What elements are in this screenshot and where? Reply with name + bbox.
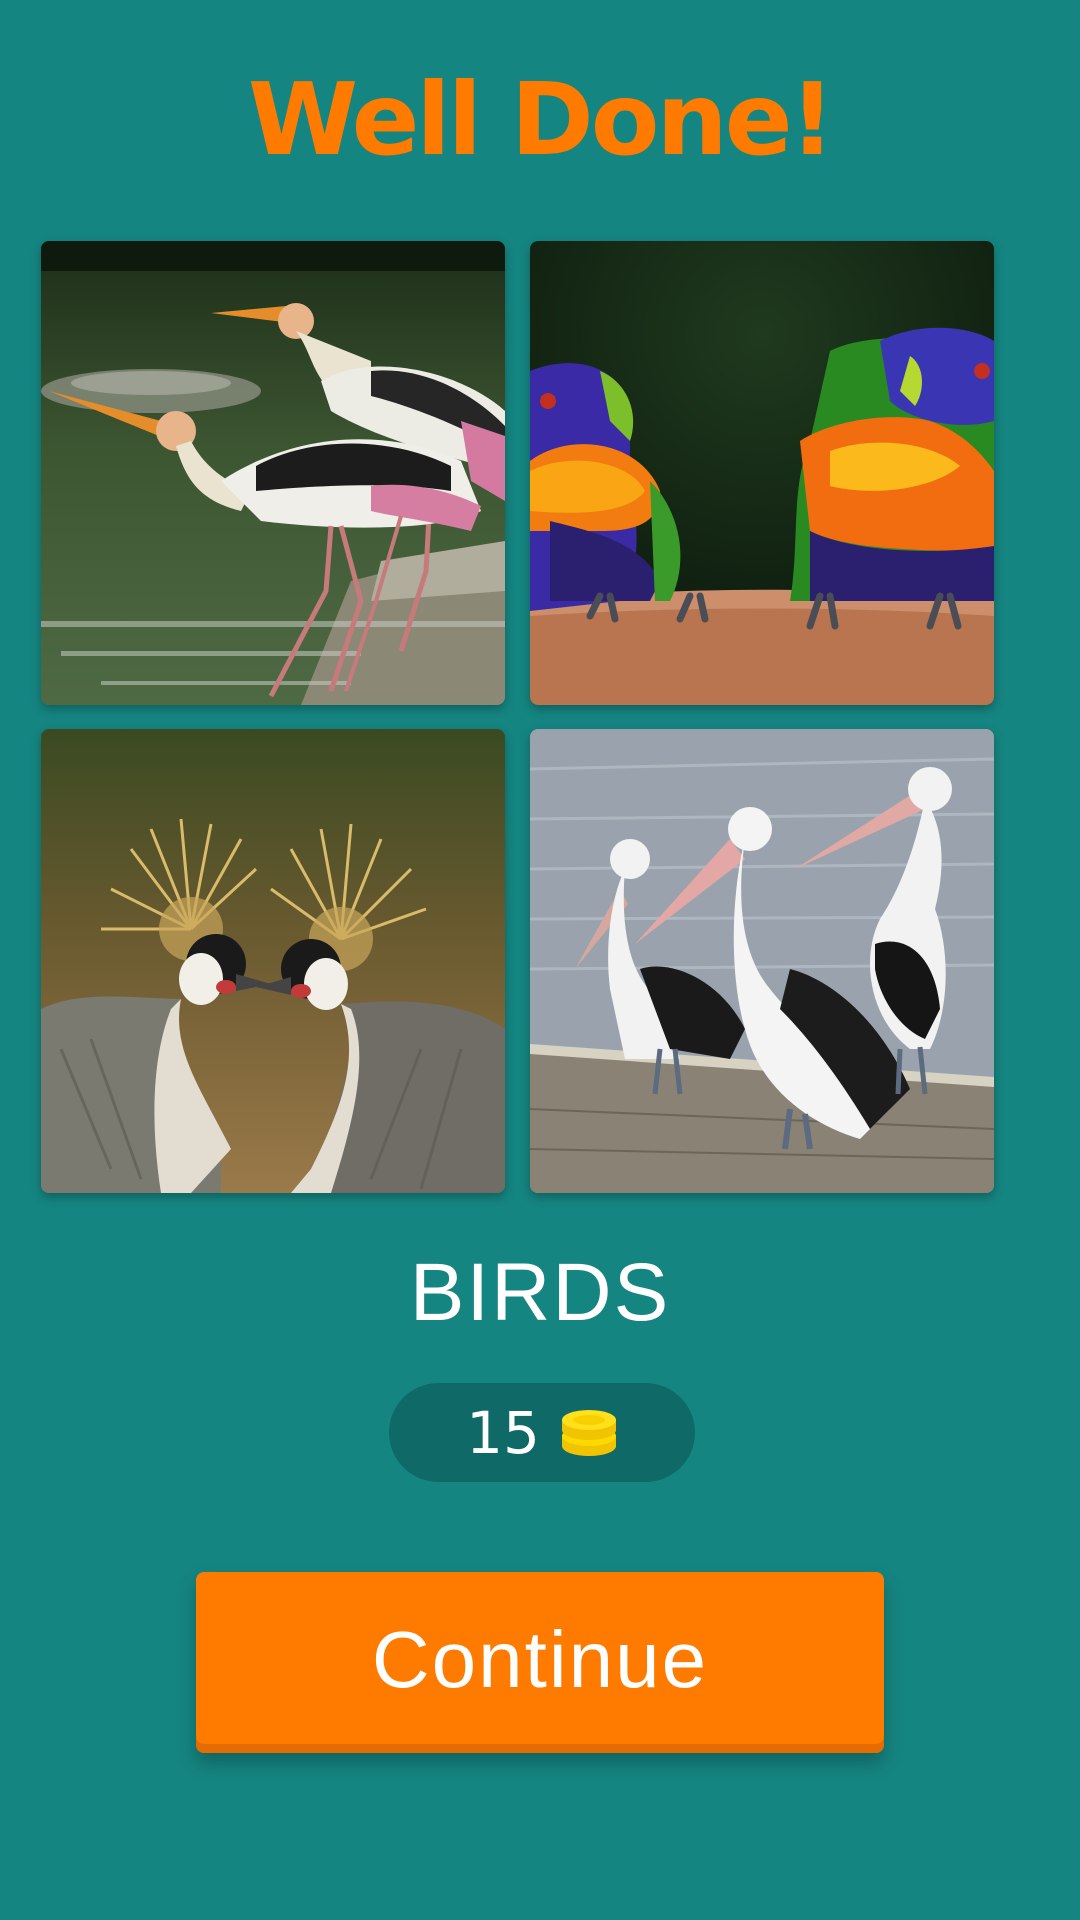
continue-button[interactable]: Continue: [196, 1572, 884, 1753]
reward-amount: 15: [466, 1398, 540, 1467]
reward-badge: 15: [389, 1383, 695, 1482]
cranes-image: [41, 729, 505, 1193]
image-tile-cranes: [41, 729, 505, 1193]
lorikeets-image: [530, 241, 994, 705]
image-grid: [41, 241, 995, 1193]
coin-stack-icon: [561, 1409, 616, 1456]
image-tile-storks: [41, 241, 505, 705]
pelicans-image: [530, 729, 994, 1193]
storks-image: [41, 241, 505, 705]
answer-word: BIRDS: [409, 1247, 671, 1338]
well-done-title: Well Done!: [247, 61, 835, 178]
image-tile-pelicans: [530, 729, 994, 1193]
image-tile-lorikeets: [530, 241, 994, 705]
continue-label: Continue: [371, 1614, 709, 1704]
